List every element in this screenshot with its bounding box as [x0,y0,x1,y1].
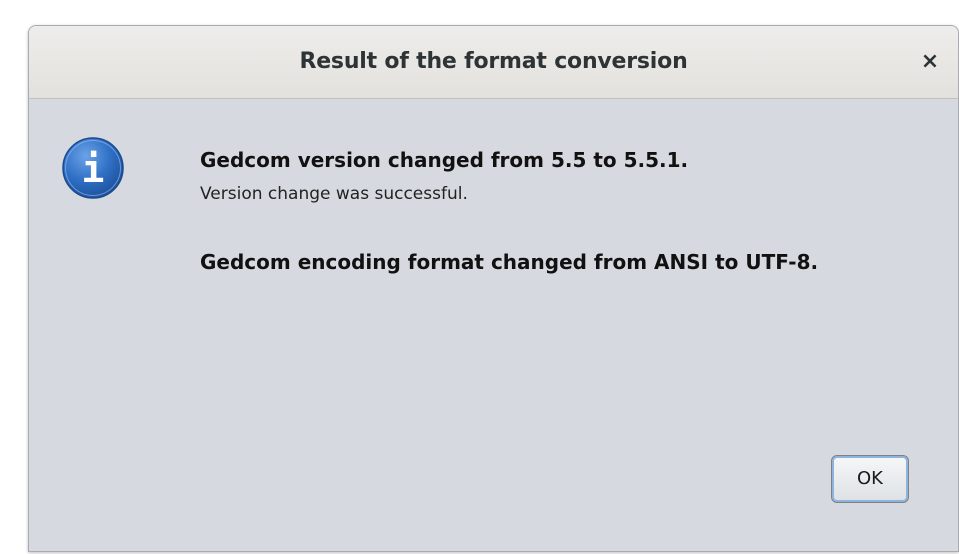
encoding-changed-message: Gedcom encoding format changed from ANSI… [200,250,819,274]
conversion-result-dialog: Result of the format conversion × i Gedc… [28,25,959,552]
ok-button[interactable]: OK [831,455,909,503]
version-changed-message: Gedcom version changed from 5.5 to 5.5.1… [200,148,689,172]
info-icon-letter: i [82,147,105,191]
version-success-message: Version change was successful. [200,184,468,204]
close-button[interactable]: × [916,48,944,76]
close-icon: × [920,49,940,74]
dialog-titlebar: Result of the format conversion × [29,26,958,99]
info-icon: i [61,136,125,200]
info-icon-graphic: i [62,137,124,199]
dialog-title: Result of the format conversion [299,49,688,74]
